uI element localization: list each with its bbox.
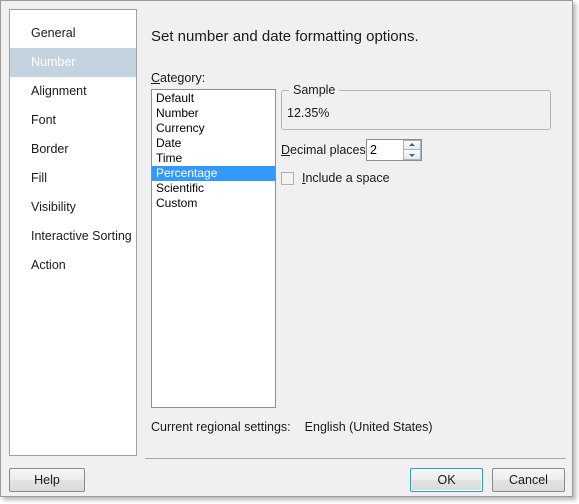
decimal-places-label-rest: ecimal places:: [290, 143, 370, 157]
stepper-buttons: [403, 140, 421, 160]
sidebar-item-interactive-sorting[interactable]: Interactive Sorting: [10, 222, 136, 251]
sample-value: 12.35%: [287, 106, 330, 120]
footer-separator: [145, 458, 566, 459]
sidebar-item-visibility[interactable]: Visibility: [10, 193, 136, 222]
number-format-dialog: General Number Alignment Font Border Fill Visi…: [0, 0, 573, 497]
sidebar-item-general[interactable]: General: [10, 19, 136, 48]
sidebar-item-font[interactable]: Font: [10, 106, 136, 135]
sidebar-item-number[interactable]: Number: [10, 48, 136, 77]
sidebar-item-alignment[interactable]: Alignment: [10, 77, 136, 106]
regional-settings-value: English (United States): [304, 420, 433, 434]
category-item-default[interactable]: Default: [152, 91, 275, 106]
cancel-button[interactable]: Cancel: [492, 468, 565, 492]
sidebar-item-action[interactable]: Action: [10, 251, 136, 280]
decimal-places-label-accesskey: D: [281, 143, 291, 157]
category-item-currency[interactable]: Currency: [152, 121, 275, 136]
include-space-label: Include a space: [302, 171, 390, 185]
category-label-rest: ategory:: [160, 71, 206, 85]
decimal-places-label: Decimal places:: [281, 143, 369, 157]
category-item-time[interactable]: Time: [152, 151, 275, 166]
category-label-accesskey: C: [151, 71, 161, 85]
regional-settings: Current regional settings: English (Unite…: [151, 420, 433, 434]
chevron-down-icon[interactable]: [403, 150, 421, 160]
regional-settings-label: Current regional settings:: [151, 420, 291, 434]
category-item-number[interactable]: Number: [152, 106, 275, 121]
decimal-places-input[interactable]: [367, 140, 403, 160]
category-label: Category:: [151, 71, 205, 85]
help-button[interactable]: Help: [9, 468, 85, 492]
checkbox-box-icon[interactable]: [281, 171, 294, 185]
page-title: Set number and date formatting options.: [151, 28, 419, 45]
category-item-custom[interactable]: Custom: [152, 196, 275, 211]
sidebar-item-fill[interactable]: Fill: [10, 164, 136, 193]
category-listbox[interactable]: Default Number Currency Date Time Percentage S…: [151, 89, 276, 408]
include-space-checkbox[interactable]: Include a space: [281, 169, 390, 187]
chevron-up-icon[interactable]: [403, 140, 421, 150]
sidebar-item-border[interactable]: Border: [10, 135, 136, 164]
sample-groupbox-legend: Sample: [289, 83, 340, 97]
category-item-scientific[interactable]: Scientific: [152, 181, 275, 196]
content-pane: Set number and date formatting options. …: [145, 9, 564, 496]
category-sidebar: General Number Alignment Font Border Fill Visi…: [9, 9, 137, 456]
decimal-places-stepper[interactable]: [366, 139, 422, 161]
include-space-label-rest: nclude a space: [305, 171, 390, 185]
category-item-percentage[interactable]: Percentage: [152, 166, 275, 181]
sidebar-item-list: General Number Alignment Font Border Fill Visi…: [10, 19, 136, 280]
ok-button[interactable]: OK: [410, 468, 483, 492]
category-item-date[interactable]: Date: [152, 136, 275, 151]
